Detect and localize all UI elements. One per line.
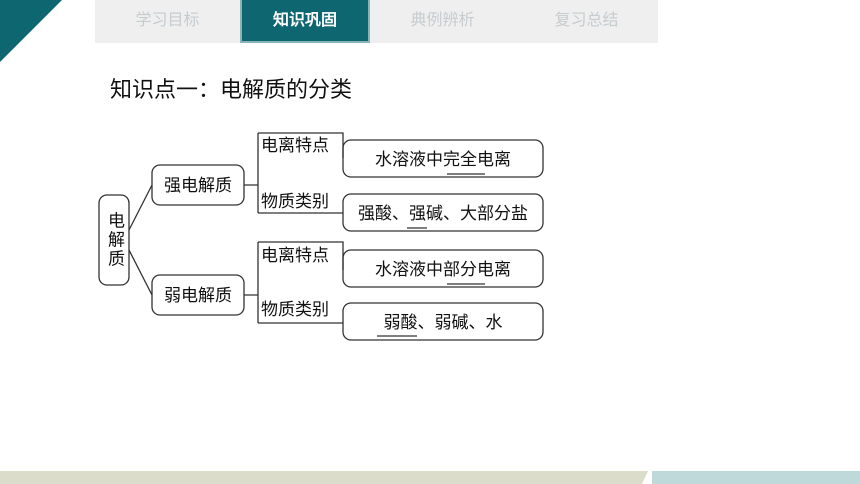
root-to-weak-connector [128,249,153,296]
tab-knowledge-review[interactable]: 知识巩固 [240,0,370,43]
strong-ionization-value: 水溶液中完全电离 [375,150,511,170]
top-nav: 学习目标 知识巩固 典例辨析 复习总结 [95,0,658,43]
strong-ionization-label: 电离特点 [261,136,329,156]
weak-label: 弱电解质 [164,286,232,306]
weak-ionization-label: 电离特点 [261,246,329,266]
root-label: 电解质 [104,211,125,268]
corner-triangle-decoration [0,0,62,62]
weak-category-value: 弱酸、弱碱、水 [384,313,503,333]
footer-bar-right [652,471,860,484]
tab-review-summary[interactable]: 复习总结 [515,0,658,43]
tab-example-analysis[interactable]: 典例辨析 [370,0,515,43]
weak-ionization-value: 水溶液中部分电离 [375,260,511,280]
page-heading: 知识点一：电解质的分类 [110,78,353,103]
classification-diagram: 电解质 强电解质 弱电解质 电离特点 物质类别 电离特点 物质类别 水溶液中完全… [98,132,544,341]
footer-bar-left [0,471,648,484]
tab-learning-goals[interactable]: 学习目标 [95,0,240,43]
strong-label: 强电解质 [164,176,232,196]
root-to-strong-connector [128,184,153,231]
weak-category-label: 物质类别 [261,300,329,320]
strong-category-value: 强酸、强碱、大部分盐 [358,204,528,224]
strong-category-label: 物质类别 [261,192,329,212]
